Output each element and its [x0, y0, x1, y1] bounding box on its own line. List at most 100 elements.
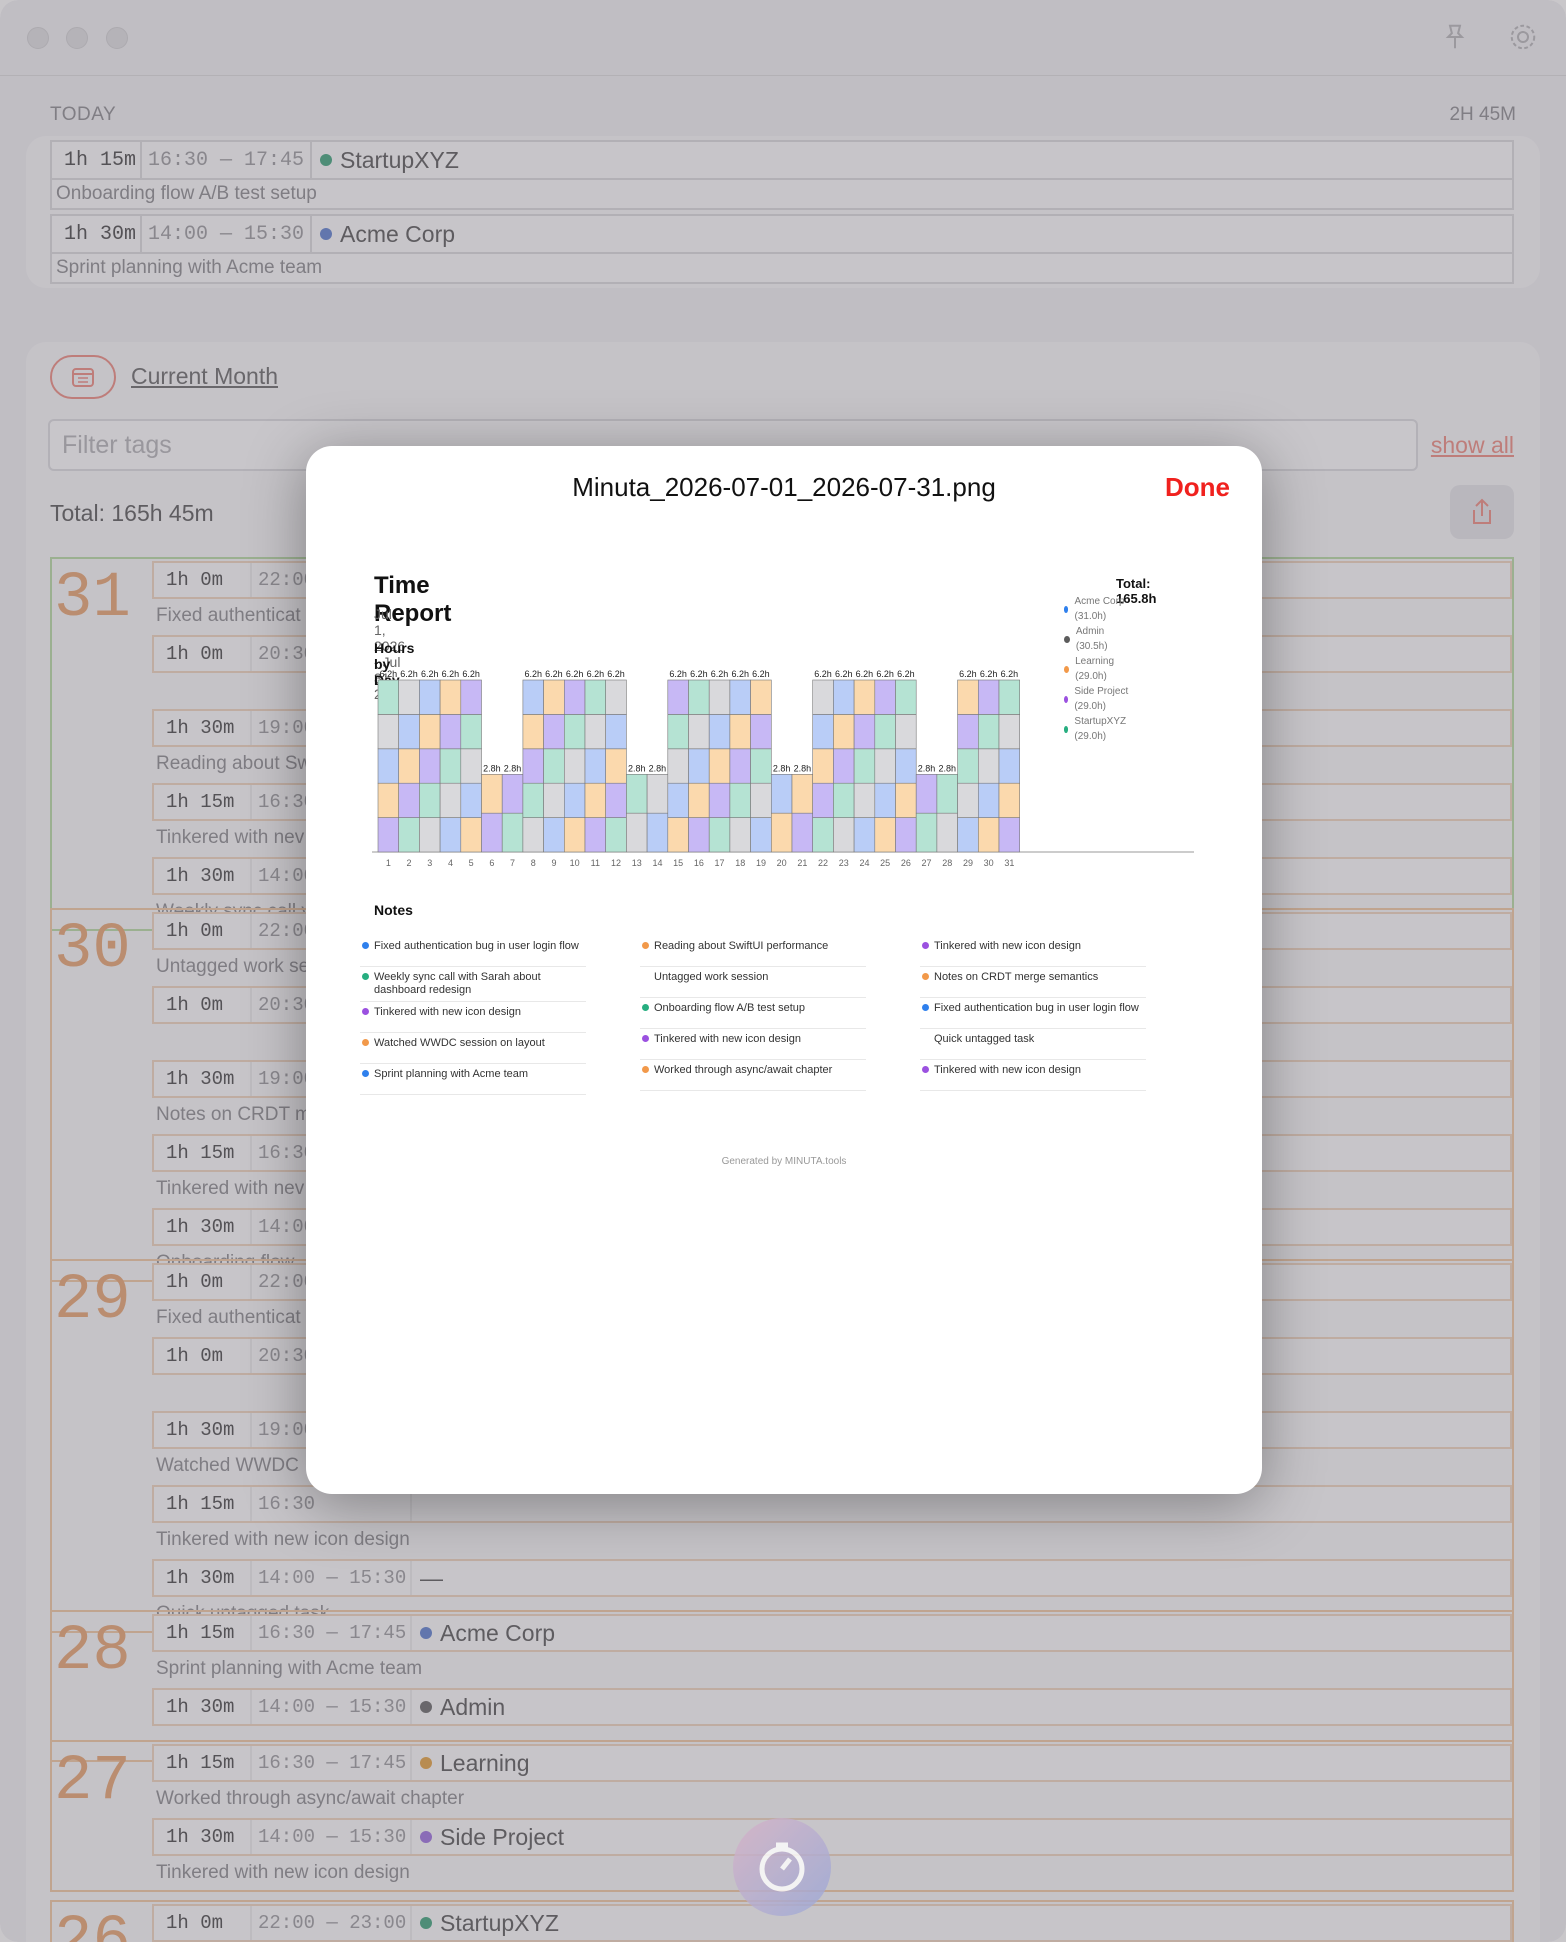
bar-segment: [584, 714, 607, 750]
bar-segment: [750, 782, 772, 818]
bar-segment: [522, 714, 544, 750]
bar-segment: [460, 817, 482, 853]
x-tick-label: 17: [715, 858, 725, 868]
bar-segment: [750, 714, 772, 750]
x-tick-label: 1: [386, 858, 391, 868]
notes-heading: Notes: [374, 902, 413, 918]
bar-segment: [874, 679, 896, 715]
bar-segment: [915, 774, 938, 814]
bar-segment: [522, 782, 544, 818]
bar-segment: [936, 774, 958, 814]
note-tag-dot: [362, 942, 369, 949]
bar-segment: [998, 748, 1021, 784]
x-tick-label: 4: [448, 858, 453, 868]
bar-segment: [708, 679, 731, 715]
x-tick-label: 13: [632, 858, 642, 868]
hours-by-day-chart: 6.2h 1 6.2h 2 6.2h 3 6.2h 4 6.2h 5 2.8h 6 2.8h 7 6.2h 8…: [372, 669, 1194, 868]
note-item: Watched WWDC session on layout: [360, 1033, 586, 1064]
bar-segment: [729, 714, 751, 750]
bar-value-label: 6.2h: [380, 669, 398, 679]
bar-segment: [895, 817, 917, 853]
note-text: Untagged work session: [654, 971, 769, 983]
timer-fab-button[interactable]: [733, 1818, 831, 1916]
bar-segment: [439, 679, 462, 715]
note-text: Fixed authentication bug in user login f…: [934, 1002, 1139, 1014]
bar-segment: [977, 714, 1000, 750]
bar-segment: [729, 782, 751, 818]
bar-value-label: 2.8h: [794, 763, 812, 773]
x-tick-label: 23: [839, 858, 849, 868]
bar-segment: [833, 782, 855, 818]
x-tick-label: 26: [901, 858, 911, 868]
bar-segment: [688, 679, 710, 715]
note-item: Fixed authentication bug in user login f…: [360, 936, 586, 967]
bar-segment: [853, 817, 876, 853]
bar-segment: [812, 782, 834, 818]
bar-segment: [439, 714, 462, 750]
bar-segment: [564, 748, 586, 784]
bar-segment: [481, 774, 503, 814]
bar-segment: [957, 817, 979, 853]
bar-segment: [750, 748, 772, 784]
bar-segment: [812, 679, 834, 715]
bar-segment: [874, 817, 896, 853]
note-item: Tinkered with new icon design: [920, 936, 1146, 967]
x-tick-label: 27: [922, 858, 932, 868]
note-item: Tinkered with new icon design: [920, 1060, 1146, 1091]
bar-segment: [708, 748, 731, 784]
legend-swatch: [1064, 605, 1069, 613]
bar-segment: [791, 774, 814, 814]
bar-segment: [377, 714, 400, 750]
bar-value-label: 6.2h: [731, 669, 749, 679]
bar-segment: [522, 748, 544, 784]
legend-item: Acme Corp (31.0h): [1064, 594, 1129, 624]
bar-segment: [605, 679, 627, 715]
note-text: Watched WWDC session on layout: [374, 1037, 545, 1049]
bar-segment: [377, 748, 400, 784]
done-button[interactable]: Done: [1165, 472, 1230, 503]
bar-segment: [460, 679, 482, 715]
bar-segment: [460, 714, 482, 750]
bar-segment: [895, 679, 917, 715]
bar-segment: [501, 812, 524, 853]
bar-segment: [646, 774, 669, 814]
bar-value-label: 6.2h: [545, 669, 563, 679]
bar-value-label: 6.2h: [690, 669, 708, 679]
bar-segment: [543, 782, 565, 818]
bar-segment: [770, 812, 793, 853]
note-tag-dot: [922, 942, 929, 949]
bar-segment: [957, 679, 979, 715]
bar-segment: [729, 679, 751, 715]
bar-segment: [957, 714, 979, 750]
bar-segment: [708, 817, 731, 853]
note-item: Reading about SwiftUI performance: [640, 936, 866, 967]
bar-value-label: 2.8h: [483, 763, 501, 773]
bar-value-label: 2.8h: [918, 763, 936, 773]
bar-segment: [522, 679, 544, 715]
bar-segment: [543, 817, 565, 853]
x-tick-label: 24: [859, 858, 869, 868]
bar-segment: [853, 782, 876, 818]
bar-segment: [626, 812, 648, 853]
modal-title: Minuta_2026-07-01_2026-07-31.png: [572, 472, 996, 502]
note-item: Sprint planning with Acme team: [360, 1064, 586, 1095]
bar-segment: [460, 782, 482, 818]
bar-segment: [419, 714, 441, 750]
stopwatch-icon: [759, 1842, 805, 1892]
note-tag-dot: [642, 1004, 649, 1011]
note-text: Quick untagged task: [934, 1033, 1035, 1045]
bar-value-label: 6.2h: [607, 669, 625, 679]
bar-segment: [688, 748, 710, 784]
x-tick-label: 28: [942, 858, 952, 868]
bar-segment: [543, 714, 565, 750]
note-item: Notes on CRDT merge semantics: [920, 967, 1146, 998]
note-item: Worked through async/await chapter: [640, 1060, 866, 1091]
x-tick-label: 25: [880, 858, 890, 868]
bar-segment: [998, 817, 1021, 853]
bar-segment: [501, 774, 524, 814]
bar-segment: [398, 679, 420, 715]
bar-segment: [874, 782, 896, 818]
bar-value-label: 2.8h: [649, 763, 667, 773]
bar-value-label: 6.2h: [566, 669, 584, 679]
bar-segment: [398, 782, 420, 818]
